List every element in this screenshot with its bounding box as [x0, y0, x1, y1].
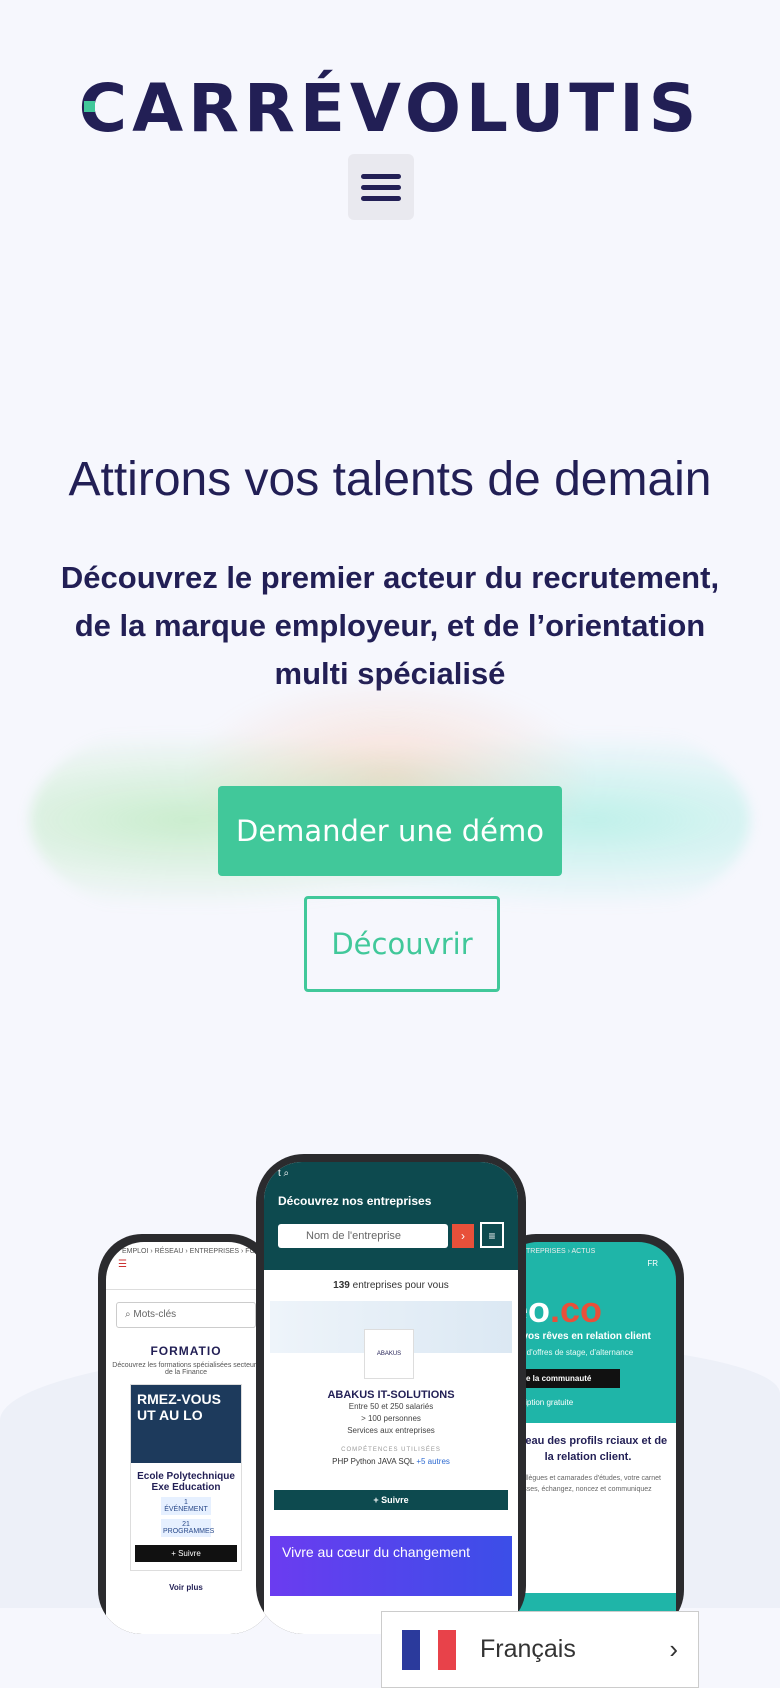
- company-cover: ABAKUS: [270, 1301, 512, 1379]
- school-card: RMEZ-VOUS UT AU LO Ecole Polytechnique E…: [130, 1384, 242, 1571]
- skills-list: PHP Python JAVA SQL +5 autres: [332, 1457, 450, 1466]
- school-name: Ecole Polytechnique Exe Education: [137, 1471, 235, 1493]
- phone-mockup-companies: t ⌕ Découvrez nos entreprises Nom de l'e…: [256, 1154, 526, 1634]
- language-label: Français: [480, 1635, 576, 1663]
- phone-screen: EMPLOI › RÉSEAU › ENTREPRISES › FORMATIO…: [106, 1242, 266, 1634]
- company-count: 139 entreprises pour vous: [333, 1280, 449, 1291]
- logo-square-mark: [84, 101, 95, 112]
- breadcrumb: › ENTREPRISES › ACTUS: [512, 1248, 596, 1255]
- promo-banner: Vivre au cœur du changement: [270, 1536, 512, 1596]
- hamburger-icon: [361, 173, 401, 179]
- language-selector[interactable]: Français ›: [381, 1611, 699, 1688]
- app-brand: eo.co: [508, 1289, 603, 1330]
- logo-wordmark: CARRÉVOLUTIS: [78, 70, 702, 147]
- network-card: réseau des profils rciaux et de la relat…: [500, 1423, 676, 1593]
- programs-badge: 21 PROGRAMMES: [161, 1519, 215, 1537]
- network-card-desc: otre collègues et camarades d'études, vo…: [504, 1475, 661, 1493]
- app-topbar: ☰: [106, 1255, 266, 1290]
- company-sector: Services aux entreprises: [347, 1426, 435, 1435]
- network-card-title: réseau des profils rciaux et de la relat…: [508, 1435, 668, 1463]
- app-desc: lliers d'offres de stage, d'alternance: [508, 1348, 634, 1357]
- companies-title: Découvrez nos entreprises: [278, 1194, 432, 1208]
- school-banner: RMEZ-VOUS UT AU LO: [131, 1385, 241, 1463]
- app-tagline: de vos rêves en relation client: [508, 1331, 651, 1342]
- phone-mockup-formations: EMPLOI › RÉSEAU › ENTREPRISES › FORMATIO…: [98, 1234, 274, 1634]
- free-registration-label: nscription gratuite: [510, 1398, 574, 1407]
- follow-button: + Suivre: [135, 1545, 237, 1562]
- see-more-link: Voir plus: [169, 1583, 203, 1592]
- chevron-right-icon: ›: [669, 1634, 678, 1664]
- menu-button[interactable]: [348, 154, 414, 220]
- section-desc: Découvrez les formations spécialisées se…: [112, 1362, 260, 1376]
- follow-button: + Suivre: [274, 1490, 508, 1510]
- section-title: FORMATIO: [150, 1344, 222, 1358]
- app-header: t ⌕ Découvrez nos entreprises Nom de l'e…: [264, 1162, 518, 1270]
- request-demo-button[interactable]: Demander une démo: [218, 786, 562, 876]
- hero-title: Attirons vos talents de demain: [68, 453, 712, 506]
- company-logo: ABAKUS: [364, 1329, 414, 1379]
- french-flag-icon: [402, 1629, 456, 1670]
- search-input: ⌕ Mots-clés: [116, 1302, 256, 1328]
- company-name: ABAKUS IT-SOLUTIONS: [327, 1389, 455, 1401]
- app-topbar: t ⌕: [278, 1168, 290, 1179]
- events-badge: 1 ÉVÉNEMENT: [161, 1497, 211, 1515]
- discover-button[interactable]: Découvrir: [304, 896, 500, 992]
- brand-logo[interactable]: CARRÉVOLUTIS: [0, 76, 780, 142]
- search-go-icon: ›: [452, 1224, 474, 1248]
- skills-title: COMPÉTENCES UTILISÉES: [341, 1447, 441, 1453]
- breadcrumb: EMPLOI › RÉSEAU › ENTREPRISES › FORMATIO…: [122, 1248, 266, 1255]
- filter-icon: ≡: [480, 1222, 504, 1248]
- phone-screen: t ⌕ Découvrez nos entreprises Nom de l'e…: [264, 1162, 518, 1634]
- company-search-input: Nom de l'entreprise: [278, 1224, 448, 1248]
- company-size: Entre 50 et 250 salariés: [348, 1402, 434, 1411]
- hero-subtitle: Découvrez le premier acteur du recruteme…: [60, 560, 720, 691]
- company-employees: > 100 personnes: [361, 1414, 421, 1423]
- phone-screen: › ENTREPRISES › ACTUS FR eo.co de vos rê…: [500, 1242, 676, 1634]
- app-topbar: FR: [647, 1259, 658, 1268]
